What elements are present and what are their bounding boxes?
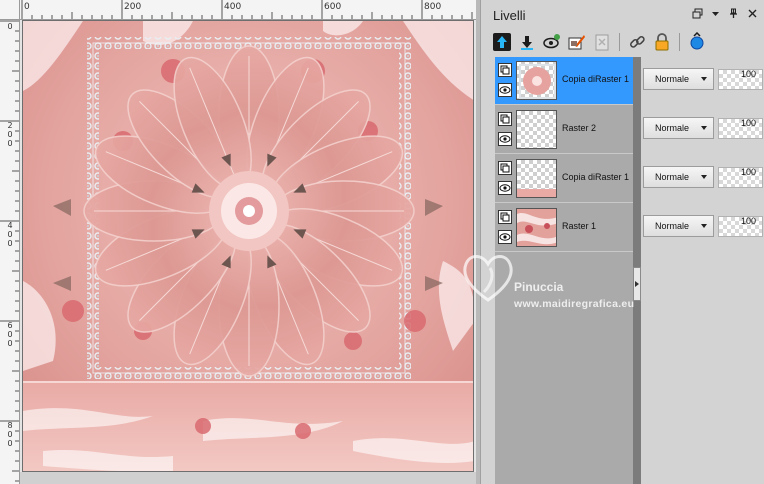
blend-mode-select[interactable]: Normale [643, 166, 714, 188]
blend-mode-value: Normale [655, 221, 690, 231]
canvas-bottom-bar [20, 472, 476, 484]
restore-icon[interactable] [692, 8, 703, 22]
ruler-label: 800 [424, 2, 442, 12]
opacity-value: 100 [741, 167, 757, 177]
opacity-value: 100 [741, 69, 757, 79]
lock-alpha-icon[interactable] [686, 31, 708, 53]
layer-name: Raster 1 [562, 221, 597, 231]
flower-center [209, 171, 289, 251]
watermark: Pinuccia www.maidiregrafica.eu [458, 248, 698, 318]
layer-thumbnail [516, 110, 557, 149]
blend-mode-select[interactable]: Normale [643, 68, 714, 90]
layer-row[interactable]: Copia diRaster 1 [495, 155, 633, 203]
layer-type-icon[interactable] [498, 210, 512, 224]
layer-type-icon[interactable] [498, 112, 512, 126]
blend-mode-value: Normale [655, 172, 690, 182]
canvas-area[interactable]: 0 200 400 600 800 0 2 0 0 4 0 0 6 0 0 8 … [0, 0, 480, 484]
visibility-eye-icon[interactable] [498, 230, 512, 244]
new-vector-layer-icon[interactable] [516, 31, 538, 53]
new-raster-layer-icon[interactable] [491, 31, 513, 53]
layer-thumbnail [516, 159, 557, 198]
opacity-value: 100 [741, 118, 757, 128]
panel-title: Livelli [493, 8, 526, 23]
layer-controls: Normale 100 [643, 106, 764, 154]
watermark-url: www.maidiregrafica.eu [514, 298, 635, 310]
layer-controls: Normale 100 [643, 155, 764, 203]
ruler-label: 2 0 0 [7, 121, 13, 148]
pin-icon[interactable] [728, 8, 739, 22]
layer-row[interactable]: Copia diRaster 1 [495, 57, 633, 105]
layer-controls: Normale 100 [643, 204, 764, 252]
ruler-horizontal: 0 200 400 600 800 [20, 0, 476, 20]
ruler-label: 0 [24, 2, 30, 12]
chevron-down-icon [701, 175, 707, 179]
ruler-label: 600 [324, 2, 342, 12]
chevron-down-icon [701, 77, 707, 81]
ruler-corner [0, 0, 20, 20]
layer-name: Copia diRaster 1 [562, 172, 630, 182]
layer-delete-icon[interactable] [591, 31, 613, 53]
opacity-field[interactable]: 100 [718, 216, 763, 237]
layer-row[interactable]: Raster 2 [495, 106, 633, 154]
layer-thumbnail [516, 61, 557, 100]
layer-visibility-icon[interactable] [541, 31, 563, 53]
opacity-value: 100 [741, 216, 757, 226]
layer-type-icon[interactable] [498, 63, 512, 77]
menu-arrow-icon[interactable] [711, 8, 720, 22]
layers-toolbar [491, 30, 708, 54]
close-icon[interactable] [747, 8, 758, 22]
layer-row[interactable]: Raster 1 [495, 204, 633, 252]
opacity-field[interactable]: 100 [718, 167, 763, 188]
layer-controls: Normale 100 [643, 57, 764, 105]
app-window: { "canvas": { "ruler_top_labels": ["0", … [0, 0, 764, 484]
blend-mode-value: Normale [655, 74, 690, 84]
blend-mode-select[interactable]: Normale [643, 117, 714, 139]
ruler-label: 400 [224, 2, 242, 12]
ruler-label: 8 0 0 [7, 421, 13, 448]
ruler-ticks-vertical [0, 20, 19, 482]
chevron-down-icon [701, 126, 707, 130]
ruler-label: 0 [7, 22, 13, 31]
layer-name: Raster 2 [562, 123, 597, 133]
blend-mode-value: Normale [655, 123, 690, 133]
layer-thumbnail [516, 208, 557, 247]
toolbar-separator [619, 33, 620, 51]
toolbar-separator [679, 33, 680, 51]
layers-panel: Livelli Copia diRaster 1 Raster 2 Copia … [480, 0, 764, 484]
blend-mode-select[interactable]: Normale [643, 215, 714, 237]
watermark-name: Pinuccia [514, 280, 564, 294]
chevron-down-icon [701, 224, 707, 228]
image-canvas[interactable] [22, 20, 474, 472]
panel-window-controls [692, 8, 758, 22]
ruler-label: 4 0 0 [7, 221, 13, 248]
link-layer-icon[interactable] [626, 31, 648, 53]
visibility-eye-icon[interactable] [498, 132, 512, 146]
visibility-eye-icon[interactable] [498, 83, 512, 97]
layer-type-icon[interactable] [498, 161, 512, 175]
layer-properties-icon[interactable] [566, 31, 588, 53]
lock-layer-icon[interactable] [651, 31, 673, 53]
ruler-label: 6 0 0 [7, 321, 13, 348]
ruler-vertical: 0 2 0 0 4 0 0 6 0 0 8 0 0 [0, 20, 20, 484]
layer-name: Copia diRaster 1 [562, 74, 630, 84]
ruler-label: 200 [124, 2, 142, 12]
ruler-ticks-horizontal [21, 0, 473, 19]
opacity-field[interactable]: 100 [718, 69, 763, 90]
heart-logo-icon [463, 255, 513, 302]
opacity-field[interactable]: 100 [718, 118, 763, 139]
visibility-eye-icon[interactable] [498, 181, 512, 195]
